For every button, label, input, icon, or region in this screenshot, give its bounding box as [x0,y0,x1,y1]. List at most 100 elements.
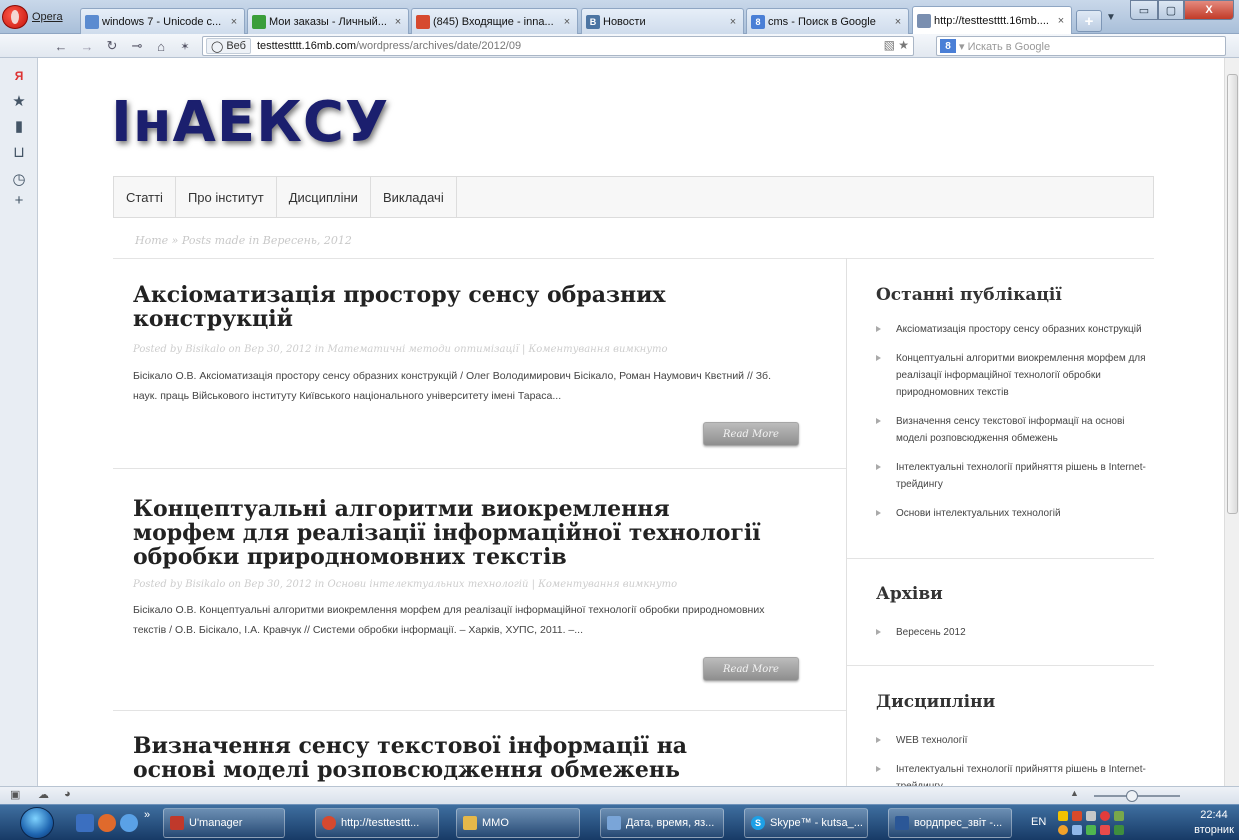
recent-post-link[interactable]: Концептуальні алгоритми виокремлення мор… [876,350,1146,401]
discipline-link[interactable]: Інтелектуальні технології прийняття ріше… [876,761,1146,786]
scrollbar-thumb[interactable] [1227,74,1238,514]
tray-icon[interactable] [1072,811,1082,821]
desktop-quicklaunch-icon[interactable] [76,814,94,832]
browser-tab[interactable]: (845) Входящие - inna... × [411,8,578,34]
yandex-icon[interactable]: Я [9,66,29,86]
notes-icon[interactable]: ▮ [9,116,29,136]
word-icon [895,816,909,830]
network-tray-icon[interactable] [1114,825,1124,835]
tray-icon[interactable] [1072,825,1082,835]
reload-icon[interactable]: ↻ [103,37,121,55]
tab-title: Новости [603,15,646,28]
history-clock-icon[interactable]: ◷ [9,169,29,189]
recent-post-link[interactable]: Аксіоматизація простору сенсу образних к… [876,321,1146,338]
tray-icon[interactable] [1058,825,1068,835]
quicklaunch-more-icon[interactable]: » [144,809,150,821]
tab-close-icon[interactable]: × [228,16,240,28]
browser-tab-active[interactable]: http://testtestttt.16mb.... × [912,6,1072,34]
back-arrow-icon[interactable]: ← [52,37,70,55]
zoom-slider-handle[interactable] [1126,790,1138,802]
post-title[interactable]: Аксіоматизація простору сенсу образних к… [133,283,773,331]
bookmarks-star-icon[interactable]: ★ [9,91,29,111]
vertical-scrollbar[interactable] [1224,58,1239,786]
taskbar-item-label: вордпрес_звіт -... [914,817,1003,829]
widget-divider [847,665,1154,666]
system-clock[interactable]: 22:44 вторник [1194,808,1234,838]
disciplines-list: WEB технології Інтелектуальні технології… [876,732,1146,786]
tray-icon[interactable] [1114,811,1124,821]
read-more-button[interactable]: Read More [703,657,799,681]
search-field[interactable]: 8 ▾ Искать в Google [936,36,1226,56]
post-title[interactable]: Концептуальні алгоритми виокремлення мор… [133,497,773,569]
zoom-up-icon[interactable]: ▲ [1070,788,1079,798]
ie-quicklaunch-icon[interactable] [120,814,138,832]
tab-close-icon[interactable]: × [892,16,904,28]
turbo-icon[interactable]: ◕ [64,788,71,800]
site-info-button[interactable]: ◯ Веб [206,38,251,54]
site-menu: Статті Про інститут Дисципліни Викладачі [113,176,1154,218]
close-window-button[interactable]: X [1184,0,1234,20]
home-icon[interactable]: ⌂ [152,37,170,55]
tab-close-icon[interactable]: × [727,16,739,28]
page-favicon-icon [85,14,99,29]
breadcrumb[interactable]: Home » Posts made in Вересень, 2012 [135,234,352,247]
tab-title: (845) Входящие - inna... [433,15,554,28]
antivirus-tray-icon[interactable] [1100,811,1110,821]
taskbar-item[interactable]: U'manager [163,808,285,838]
taskbar-item[interactable]: http://testtesttt... [315,808,439,838]
post-title[interactable]: Визначення сенсу текстової інформації на… [133,734,773,782]
key-icon[interactable]: ⊸ [128,37,146,55]
tab-close-icon[interactable]: × [561,16,573,28]
media-quicklaunch-icon[interactable] [98,814,116,832]
menu-item-teachers[interactable]: Викладачі [371,177,457,217]
site-info-label: Веб [226,40,246,52]
taskbar-item[interactable]: вордпрес_звіт -... [888,808,1012,838]
tab-close-icon[interactable]: × [392,16,404,28]
tab-close-icon[interactable]: × [1055,15,1067,27]
taskbar-item[interactable]: Дата, время, яз... [600,808,724,838]
recent-post-link[interactable]: Основи інтелектуальних технологій [876,505,1146,522]
new-tab-button[interactable]: + [1076,10,1102,32]
web-page: ІнАЕКСУ Статті Про інститут Дисципліни В… [39,58,1224,786]
google-search-icon[interactable]: 8 [940,39,956,53]
address-actions-icon[interactable]: ▧ ★ [884,38,909,52]
tab-title: cms - Поиск в Google [768,15,876,28]
browser-tab[interactable]: 8 cms - Поиск в Google × [746,8,909,34]
taskbar-item[interactable]: MMO [456,808,580,838]
language-indicator[interactable]: EN [1031,816,1046,828]
discipline-link[interactable]: WEB технології [876,732,1146,749]
opera-menu-button[interactable]: Opera [2,2,66,32]
start-button[interactable] [20,807,54,839]
tray-icon[interactable] [1086,825,1096,835]
minimize-button[interactable]: ▭ [1130,0,1158,20]
recent-post-link[interactable]: Інтелектуальні технології прийняття ріше… [876,459,1146,493]
taskbar-item[interactable]: S Skype™ - kutsa_... [744,808,868,838]
tray-icon[interactable] [1100,825,1110,835]
skype-icon: S [751,816,765,830]
tray-icon[interactable] [1086,811,1096,821]
browser-tab[interactable]: Мои заказы - Личный... × [247,8,409,34]
url-host: testtestttt.16mb.com [256,40,356,52]
forward-arrow-icon[interactable]: → [78,37,96,55]
browser-tab[interactable]: В Новости × [581,8,744,34]
vk-favicon-icon: В [586,14,600,29]
browser-tab[interactable]: windows 7 - Unicode c... × [80,8,245,34]
menu-item-about[interactable]: Про інститут [176,177,277,217]
recent-post-link[interactable]: Визначення сенсу текстової інформації на… [876,413,1146,447]
menu-item-articles[interactable]: Статті [114,177,176,217]
post-excerpt: Бісікало О.В. Аксіоматизація простору се… [133,370,771,402]
menu-item-disciplines[interactable]: Дисципліни [277,177,371,217]
downloads-icon[interactable]: ⊔ [9,142,29,162]
maximize-button[interactable]: ▢ [1158,0,1184,20]
site-logo[interactable]: ІнАЕКСУ [111,90,389,155]
archive-link[interactable]: Вересень 2012 [876,624,1146,641]
browser-side-panel: Я ★ ▮ ⊔ ◷ + [0,58,38,786]
tray-icon[interactable] [1058,811,1068,821]
cloud-icon[interactable]: ☁ [38,788,49,801]
address-field[interactable]: ◯ Веб testtestttt.16mb.com/wordpress/arc… [202,36,914,56]
panel-toggle-icon[interactable]: ▣ [10,788,20,801]
wand-icon[interactable]: ✶ [176,37,194,55]
tab-menu-chevron-icon[interactable]: ▼ [1106,12,1116,23]
add-panel-icon[interactable]: + [9,190,29,210]
read-more-button[interactable]: Read More [703,422,799,446]
